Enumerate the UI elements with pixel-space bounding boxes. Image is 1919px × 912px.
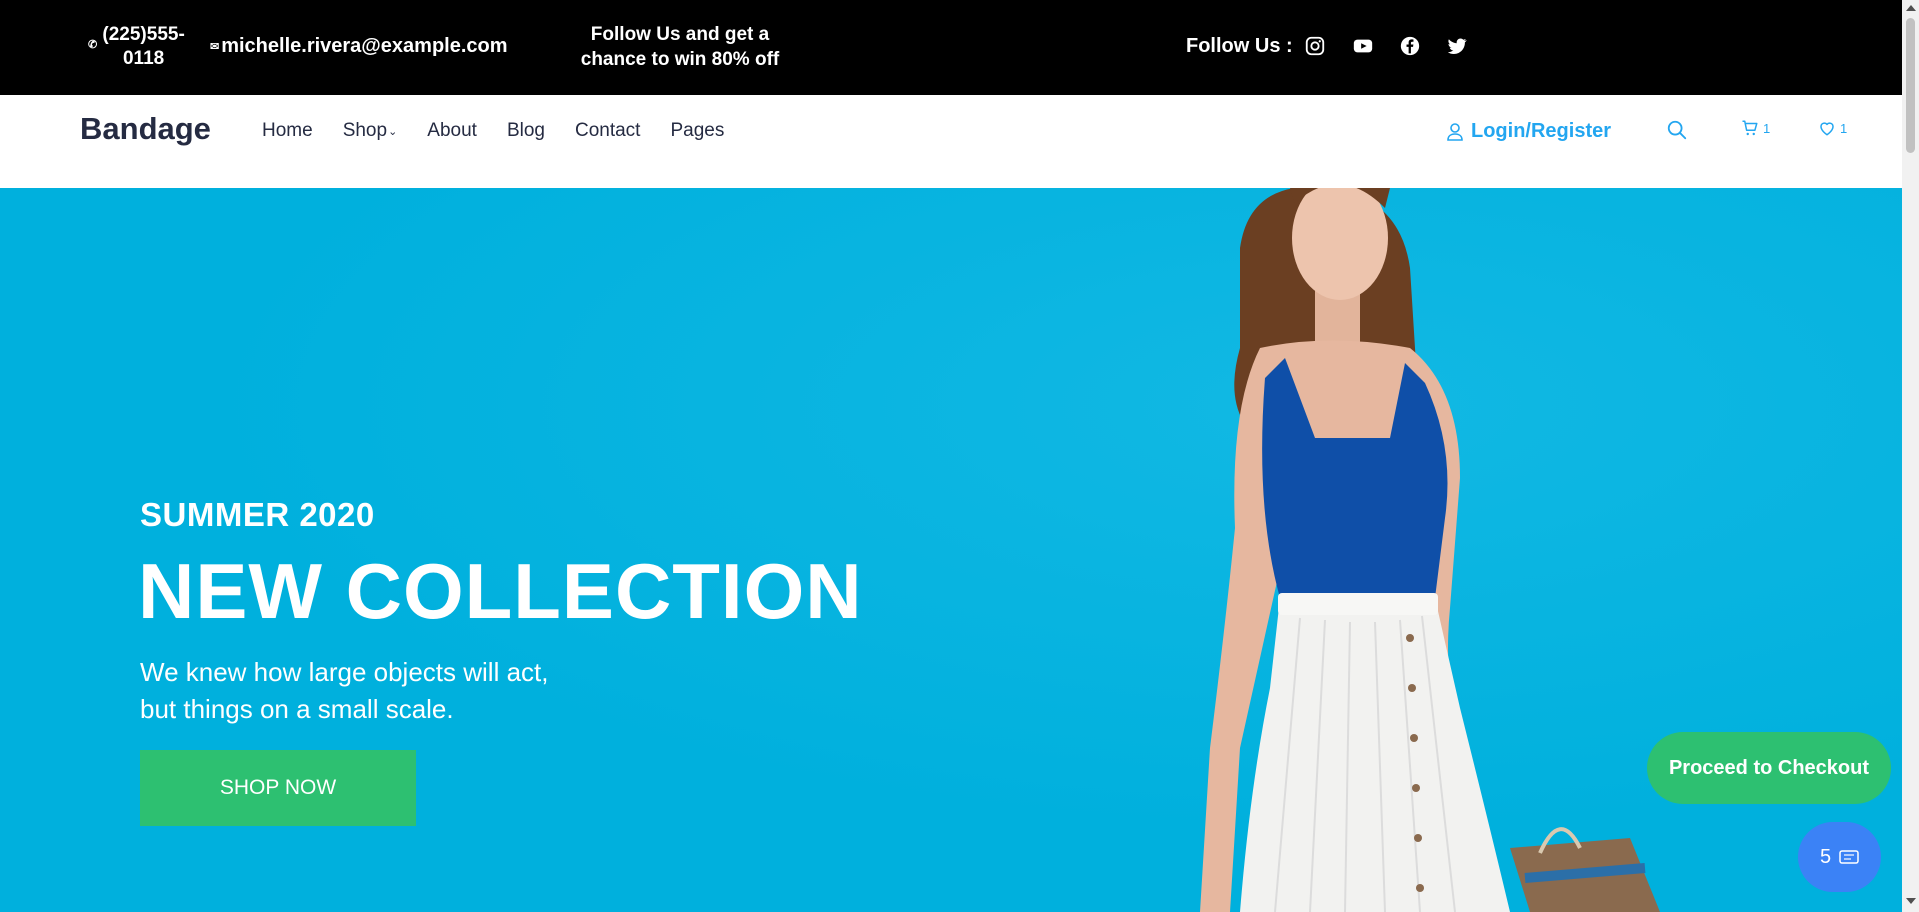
wishlist-button[interactable]: 1: [1818, 119, 1847, 137]
floating-cart-count: 5: [1819, 845, 1832, 868]
hero-banner: SUMMER 2020 NEW COLLECTION We knew how l…: [0, 188, 1902, 912]
scrollbar-thumb[interactable]: [1906, 18, 1915, 153]
hero-description-line-2: but things on a small scale.: [140, 694, 454, 724]
brand-logo[interactable]: Bandage: [80, 111, 211, 147]
hero-season: SUMMER 2020: [140, 496, 375, 533]
promo-text: Follow Us and get a chance to win 80% of…: [580, 24, 780, 70]
twitter-icon[interactable]: [1444, 33, 1470, 59]
proceed-to-checkout-button[interactable]: Proceed to Checkout: [1647, 732, 1891, 804]
ticket-icon: [1839, 850, 1859, 864]
cart-count: 1: [1763, 120, 1771, 136]
nav-link-blog[interactable]: Blog: [507, 120, 545, 142]
envelope-icon: ✉: [210, 41, 220, 53]
hero-model-image: [1200, 188, 1660, 912]
email-address: michelle.rivera@example.com: [221, 35, 508, 57]
cart-icon: [1742, 120, 1758, 136]
nav-links: Home Shop ⌄ About Blog Contact Pages: [262, 120, 754, 142]
email-contact[interactable]: ✉ michelle.rivera@example.com: [210, 35, 508, 58]
page-scrollbar[interactable]: [1902, 0, 1919, 912]
youtube-icon[interactable]: [1350, 33, 1376, 59]
hero-description: We knew how large objects will act, but …: [140, 654, 660, 728]
top-bar: ✆ (225)555-0118 ✉ michelle.rivera@exampl…: [0, 0, 1902, 95]
cart-button[interactable]: 1: [1741, 119, 1770, 137]
nav-link-home[interactable]: Home: [262, 120, 313, 142]
phone-icon: ✆: [88, 39, 98, 51]
login-register-link[interactable]: Login/Register: [1447, 120, 1611, 143]
hero-headline: NEW COLLECTION: [138, 547, 863, 635]
wishlist-count: 1: [1840, 120, 1848, 136]
scroll-up-arrow-icon[interactable]: [1906, 5, 1916, 11]
nav-link-shop-label: Shop: [342, 120, 388, 141]
nav-link-contact[interactable]: Contact: [575, 120, 640, 142]
floating-cart-button[interactable]: 5: [1798, 822, 1881, 892]
login-register-label: Login/Register: [1471, 120, 1612, 142]
nav-link-shop[interactable]: Shop ⌄: [343, 120, 398, 142]
hero-description-line-1: We knew how large objects will act,: [140, 657, 549, 687]
phone-number: (225)555-0118: [102, 24, 185, 69]
follow-label: Follow Us :: [1186, 35, 1293, 57]
facebook-icon[interactable]: [1397, 33, 1423, 59]
page: ✆ (225)555-0118 ✉ michelle.rivera@exampl…: [0, 0, 1919, 912]
heart-icon: [1820, 122, 1834, 136]
instagram-icon[interactable]: [1302, 33, 1328, 59]
shop-now-button[interactable]: SHOP NOW: [140, 750, 416, 826]
user-icon: [1447, 122, 1463, 141]
nav-link-pages[interactable]: Pages: [670, 120, 724, 142]
search-icon[interactable]: [1666, 119, 1688, 141]
chevron-down-icon: ⌄: [388, 125, 398, 138]
scroll-down-arrow-icon[interactable]: [1906, 898, 1916, 904]
nav-link-about[interactable]: About: [427, 120, 477, 142]
phone-contact[interactable]: ✆ (225)555-0118: [88, 23, 188, 71]
main-nav: Bandage Home Shop ⌄ About Blog Contact P…: [0, 95, 1902, 188]
